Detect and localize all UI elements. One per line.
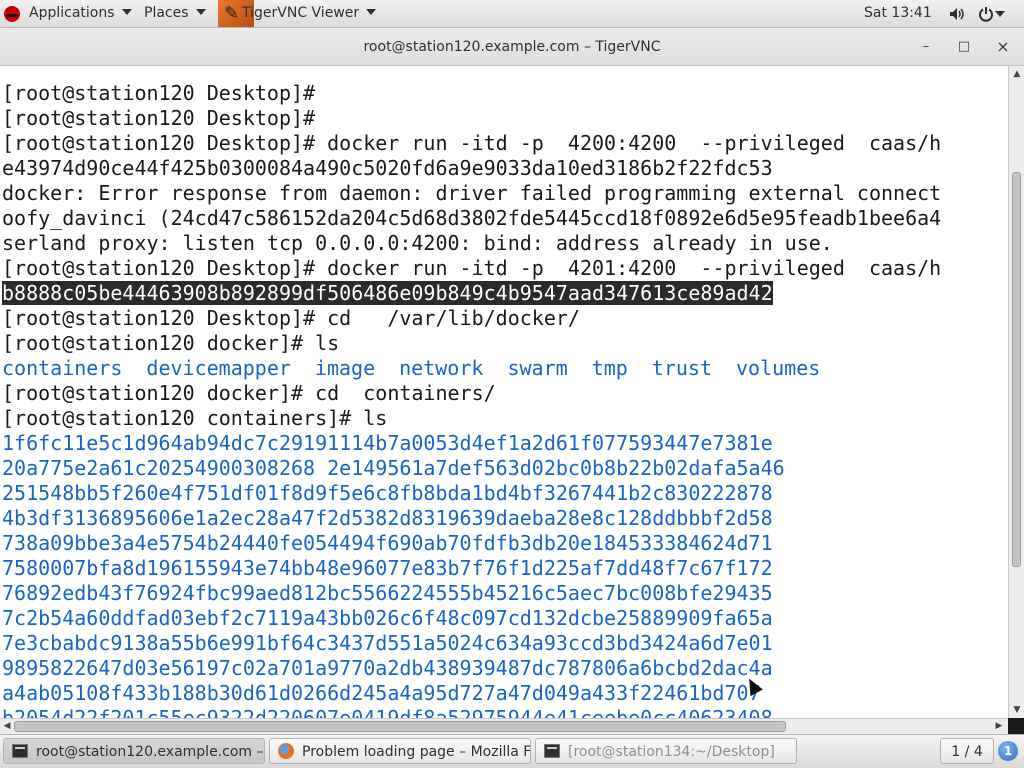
places-menu[interactable]: Places: [144, 0, 206, 27]
terminal-line: [root@station120 containers]# ls: [2, 406, 388, 430]
ls-output-line: containers devicemapper image network swarm t…: [2, 356, 820, 381]
taskbar-item-label: [root@station134:~/Desktop]: [568, 744, 775, 760]
terminal-line: oofy_davinci (24cd47c586152da204c5d68d38…: [2, 206, 942, 230]
container-id: 20a775e2a61c20254900308268 2e149561a7def…: [2, 456, 785, 480]
taskbar-item-tigervnc[interactable]: root@station120.example.com – ...: [3, 738, 265, 764]
terminal-icon: [12, 744, 28, 758]
selected-text[interactable]: b8888c05be44463908b892899df506486e09b849…: [2, 281, 773, 305]
terminal-line: [root@station120 docker]# cd containers/: [2, 381, 496, 405]
chevron-down-icon[interactable]: [995, 11, 1005, 17]
places-menu-label: Places: [144, 5, 189, 21]
terminal-line: docker: Error response from daemon: driv…: [2, 181, 942, 205]
window-titlebar[interactable]: root@station120.example.com – TigerVNC –…: [0, 28, 1024, 66]
scroll-up-arrow-icon[interactable]: ▲: [1011, 68, 1023, 80]
window-list-bar: root@station120.example.com – ... Proble…: [0, 734, 1024, 768]
scroll-right-arrow-icon[interactable]: ▶: [993, 720, 1005, 732]
scrollbar-corner: [1008, 718, 1024, 734]
horizontal-scrollbar[interactable]: ◀ ▶: [0, 718, 1008, 734]
maximize-button[interactable]: □: [954, 37, 974, 57]
dir-entry: network: [399, 356, 484, 380]
volume-icon[interactable]: [949, 7, 965, 21]
scroll-left-arrow-icon[interactable]: ◀: [1, 720, 13, 732]
dir-entry: volumes: [736, 356, 821, 380]
vertical-scroll-thumb[interactable]: [1012, 172, 1021, 567]
terminal-line: [root@station120 Desktop]# docker run -i…: [2, 131, 942, 155]
taskbar-item-label: Problem loading page – Mozilla Fi...: [302, 744, 531, 760]
chevron-down-icon: [195, 9, 206, 15]
redhat-icon[interactable]: [4, 6, 20, 22]
terminal-icon: [544, 744, 560, 758]
app-menu[interactable]: TigerVNC Viewer: [242, 0, 377, 27]
power-icon[interactable]: [978, 6, 994, 22]
workspace-indicator[interactable]: 1 / 4: [940, 738, 994, 764]
dir-entry: trust: [651, 356, 712, 380]
container-id: a4ab05108f433b188b30d61d0266d245a4a95d72…: [2, 681, 761, 705]
app-menu-label: TigerVNC Viewer: [242, 5, 360, 21]
terminal-line: [root@station120 Desktop]# cd /var/lib/d…: [2, 306, 580, 330]
horizontal-scroll-thumb[interactable]: [14, 721, 786, 732]
container-id: 7e3cbabdc9138a55b6e991bf64c3437d551a5024…: [2, 631, 773, 655]
dir-entry: swarm: [507, 356, 568, 380]
close-button[interactable]: ×: [993, 37, 1013, 57]
terminal-line: e43974d90ce44f425b0300084a490c5020fd6a9e…: [2, 156, 773, 180]
applications-menu-label: Applications: [29, 5, 115, 21]
container-id: b2054d22f201c55ec9322d220607e0419df8a529…: [2, 706, 773, 718]
top-panel: Applications Places ✎ TigerVNC Viewer Sa…: [0, 0, 1024, 28]
container-id: 738a09bbe3a4e5754b24440fe054494f690ab70f…: [2, 531, 773, 555]
terminal-line-selected[interactable]: b8888c05be44463908b892899df506486e09b849…: [2, 281, 773, 306]
dir-entry: devicemapper: [146, 356, 291, 380]
clock-label: Sat 13:41: [864, 5, 932, 21]
chevron-down-icon: [366, 9, 377, 15]
container-id: 7580007bfa8d196155943e74bb48e96077e83b7f…: [2, 556, 773, 580]
dir-entry: tmp: [591, 356, 628, 380]
vertical-scrollbar[interactable]: ▲ ▼: [1008, 66, 1024, 718]
chevron-down-icon: [121, 9, 132, 15]
window-title: root@station120.example.com – TigerVNC: [363, 39, 661, 55]
terminal-line: [root@station120 docker]# ls: [2, 331, 340, 355]
container-id: 76892edb43f76924fbc99aed812bc5566224555b…: [2, 581, 773, 605]
firefox-icon: [278, 743, 294, 759]
minimize-button[interactable]: –: [916, 37, 936, 57]
terminal-output[interactable]: [root@station120 Desktop]# [root@station…: [0, 66, 1008, 718]
container-id: 4b3df3136895606e1a2ec28a47f2d5382d831963…: [2, 506, 773, 530]
terminal-line: [root@station120 Desktop]#: [2, 106, 316, 130]
terminal-line: [root@station120 Desktop]# docker run -i…: [2, 256, 942, 280]
taskbar-item-firefox[interactable]: Problem loading page – Mozilla Fi...: [269, 738, 531, 764]
applications-menu[interactable]: Applications: [29, 0, 132, 27]
container-id: 1f6fc11e5c1d964ab94dc7c29191114b7a0053d4…: [2, 431, 773, 455]
clock[interactable]: Sat 13:41: [864, 0, 932, 27]
scroll-down-arrow-icon[interactable]: ▼: [1011, 704, 1023, 716]
taskbar-item-label: root@station120.example.com – ...: [36, 744, 265, 760]
taskbar-item-terminal[interactable]: [root@station134:~/Desktop]: [535, 738, 797, 764]
container-id: 9895822647d03e56197c02a701a9770a2db43893…: [2, 656, 773, 680]
notification-icon[interactable]: 1: [998, 741, 1018, 761]
terminal-line: serland proxy: listen tcp 0.0.0.0:4200: …: [2, 231, 833, 255]
container-id: 7c2b54a60ddfad03ebf2c7119a43bb026c6f48c0…: [2, 606, 773, 630]
dir-entry: containers: [2, 356, 123, 380]
dir-entry: image: [314, 356, 376, 380]
container-id: 251548bb5f260e4f751df01f8d9f5e6c8fb8bda1…: [2, 481, 773, 505]
terminal-line: [root@station120 Desktop]#: [2, 81, 316, 105]
